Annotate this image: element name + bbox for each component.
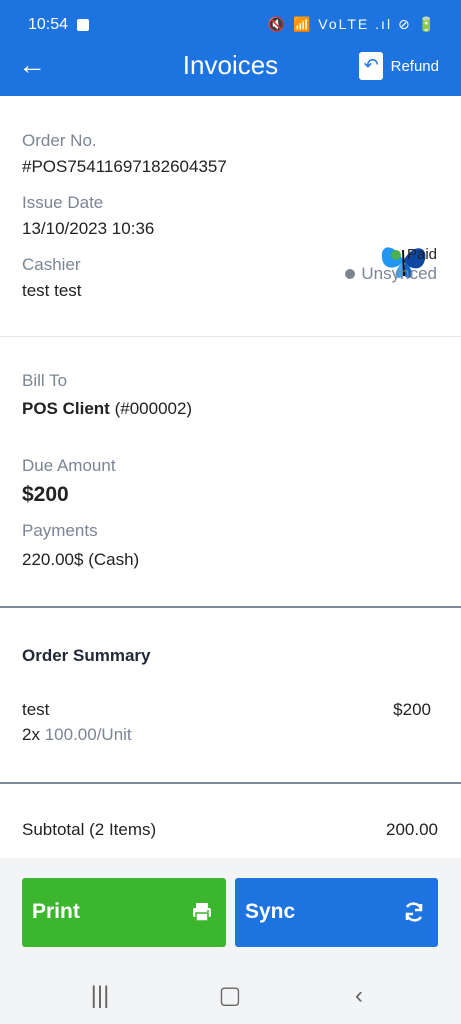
unsynced-dot-icon xyxy=(345,269,356,279)
refund-document-icon xyxy=(358,52,383,80)
android-nav-bar: ||| ▢ ‹ xyxy=(0,970,461,1024)
payment-amount: 220.00$ xyxy=(22,550,84,569)
issue-date-value: 13/10/2023 10:36 xyxy=(22,219,155,238)
sync-button[interactable]: Sync xyxy=(235,878,438,947)
sync-label: Sync xyxy=(245,900,296,923)
print-button[interactable]: Print xyxy=(22,878,226,947)
printer-icon xyxy=(193,903,211,922)
totals-card: Subtotal (2 Items) 200.00 xyxy=(0,784,461,858)
subtotal-label: Subtotal (2 Items) xyxy=(22,820,157,839)
paid-status: Paid xyxy=(390,246,437,263)
bill-to-label: Bill To xyxy=(22,371,68,390)
subtotal-value: 200.00 xyxy=(386,820,438,839)
item-qty: 2x xyxy=(22,725,40,744)
app-bar: ← Invoices Refund xyxy=(0,40,461,96)
print-label: Print xyxy=(32,900,80,923)
sync-icon xyxy=(405,902,423,922)
back-icon: ‹ xyxy=(355,982,363,1009)
invoice-details-card: Order No. #POS75411697182604357 Issue Da… xyxy=(0,96,461,336)
item-name: test xyxy=(22,700,50,719)
issue-date-label: Issue Date xyxy=(22,193,104,212)
recent-apps-icon: ||| xyxy=(90,982,110,1009)
home-icon: ▢ xyxy=(218,982,242,1009)
order-no-value: #POS75411697182604357 xyxy=(22,157,227,176)
paid-status-text: Paid xyxy=(406,246,437,263)
refund-label: Refund xyxy=(390,57,439,75)
client-id: (#000002) xyxy=(114,399,193,418)
order-summary-title: Order Summary xyxy=(22,646,151,665)
order-no-label: Order No. xyxy=(22,131,97,150)
home-button[interactable]: ▢ xyxy=(218,984,242,1008)
order-summary-card: Order Summary test $200 2x 100.00/Unit xyxy=(0,608,461,782)
item-price: $200 xyxy=(393,700,431,719)
item-unit-price: 100.00/Unit xyxy=(44,725,132,744)
notification-icon xyxy=(77,19,89,31)
refund-button[interactable]: Refund xyxy=(358,52,439,80)
cashier-value: test test xyxy=(22,281,82,300)
due-amount-value: $200 xyxy=(22,483,69,506)
billing-card: Bill To POS Client (#000002) Due Amount … xyxy=(0,337,461,607)
due-amount-label: Due Amount xyxy=(22,456,116,475)
bill-to-row: POS Client (#000002) xyxy=(22,399,192,419)
recent-apps-button[interactable]: ||| xyxy=(88,984,112,1008)
status-icons: 🔇 📶 VoLTE .ıl ⊘ 🔋 xyxy=(267,16,437,32)
payments-label: Payments xyxy=(22,521,98,540)
item-qty-row: 2x 100.00/Unit xyxy=(22,725,132,745)
sync-status: Unsynced xyxy=(345,264,437,284)
action-buttons: Print Sync xyxy=(0,858,461,970)
payment-method: (Cash) xyxy=(88,550,140,569)
system-back-button[interactable]: ‹ xyxy=(347,984,371,1008)
sync-status-text: Unsynced xyxy=(361,264,437,283)
paid-dot-icon xyxy=(390,249,401,260)
client-name: POS Client xyxy=(22,399,110,418)
status-time: 10:54 xyxy=(28,16,69,33)
cashier-label: Cashier xyxy=(22,255,81,274)
payment-row: 220.00$ (Cash) xyxy=(22,550,139,570)
status-bar: 10:54 🔇 📶 VoLTE .ıl ⊘ 🔋 xyxy=(0,0,461,40)
